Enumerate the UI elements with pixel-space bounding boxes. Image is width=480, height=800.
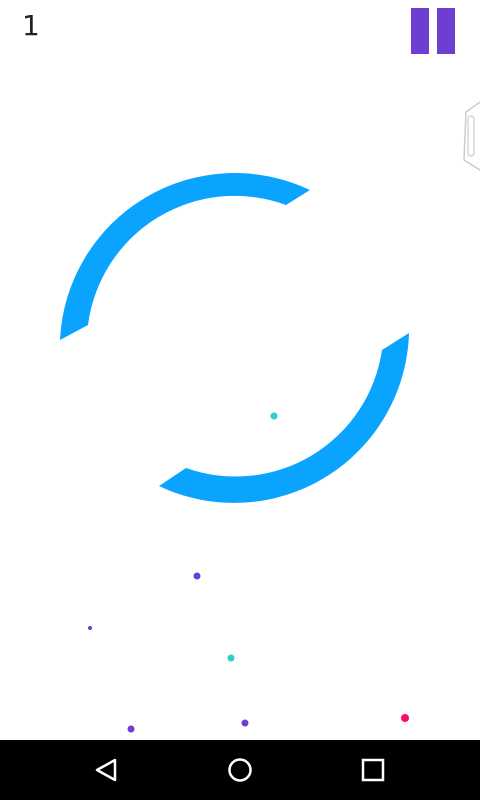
- player-ball: [270, 412, 278, 420]
- recent-apps-square-icon: [361, 758, 385, 782]
- ring-arc-bottom: [159, 333, 409, 503]
- home-button[interactable]: [220, 750, 260, 790]
- recent-apps-button[interactable]: [353, 750, 393, 790]
- score-counter: 1: [22, 9, 40, 42]
- game-screen[interactable]: 1: [0, 0, 480, 800]
- color-dot: [401, 714, 409, 722]
- pause-button[interactable]: [408, 6, 460, 56]
- color-dot: [227, 654, 235, 662]
- home-circle-icon: [228, 758, 252, 782]
- pause-bar-right: [437, 8, 455, 54]
- android-nav-bar: [0, 740, 480, 800]
- color-dot: [127, 725, 135, 733]
- color-dot: [193, 572, 201, 580]
- color-dot: [88, 626, 92, 630]
- pause-bar-left: [411, 8, 429, 54]
- ring-arc-top: [60, 173, 310, 340]
- game-field: [60, 173, 409, 733]
- back-triangle-icon: [95, 758, 117, 782]
- color-dot: [241, 719, 249, 727]
- back-button[interactable]: [87, 750, 127, 790]
- side-panel-handle[interactable]: [460, 100, 480, 172]
- side-handle-icon: [463, 101, 480, 171]
